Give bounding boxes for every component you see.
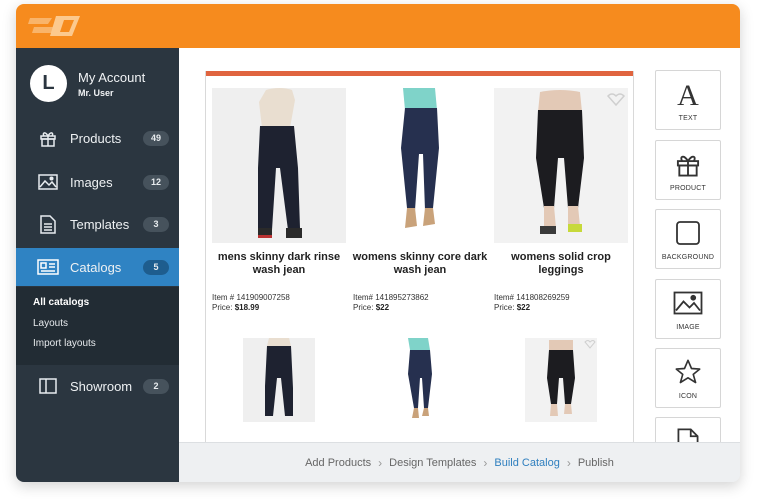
submenu-item-all-catalogs[interactable]: All catalogs xyxy=(33,297,89,308)
sidebar-item-templates[interactable]: Templates 3 xyxy=(16,205,179,243)
gift-icon xyxy=(37,128,59,148)
sidebar-item-label: Showroom xyxy=(70,378,133,394)
price-label: Price: xyxy=(212,303,233,312)
tool-label: IMAGE xyxy=(676,324,700,331)
tool-background[interactable]: BACKGROUND xyxy=(655,209,721,269)
step-build-catalog[interactable]: Build Catalog xyxy=(494,457,559,469)
document-icon xyxy=(37,214,59,234)
image-icon xyxy=(656,288,720,318)
product-card[interactable]: womens skinny core dark wash jean Item# … xyxy=(353,88,489,318)
submenu-item-layouts[interactable]: Layouts xyxy=(33,318,68,329)
product-photo[interactable] xyxy=(212,88,346,243)
count-badge: 2 xyxy=(143,378,169,394)
avatar[interactable]: L xyxy=(30,65,67,102)
product-photo[interactable] xyxy=(494,88,628,243)
tool-label: BACKGROUND xyxy=(661,254,715,261)
document-icon xyxy=(656,426,720,442)
brand-logo[interactable] xyxy=(28,12,82,40)
product-item-number: Item # 141909007258 xyxy=(212,293,290,302)
step-add-products[interactable]: Add Products xyxy=(305,457,371,469)
product-title: womens skinny core dark wash jean xyxy=(352,251,488,276)
sidebar: L My Account Mr. User Products 49 Images… xyxy=(16,48,179,482)
sidebar-item-catalogs[interactable]: Catalogs 5 xyxy=(16,248,179,286)
sidebar-item-showroom[interactable]: Showroom 2 xyxy=(16,367,179,405)
tool-label: ICON xyxy=(678,393,698,400)
tool-text[interactable]: A TEXT xyxy=(655,70,721,130)
catalog-icon xyxy=(37,257,59,277)
showroom-icon xyxy=(37,376,59,396)
account-header[interactable]: L My Account Mr. User xyxy=(16,48,179,124)
product-card[interactable]: mens skinny dark rinse wash jean Item # … xyxy=(212,88,348,318)
tool-icon[interactable]: ICON xyxy=(655,348,721,408)
sidebar-item-products[interactable]: Products 49 xyxy=(16,119,179,157)
app-window: L My Account Mr. User Products 49 Images… xyxy=(16,4,740,482)
tool-document[interactable] xyxy=(655,417,721,442)
sidebar-item-label: Templates xyxy=(70,216,130,232)
sidebar-item-images[interactable]: Images 12 xyxy=(16,163,179,201)
product-item-number: Item# 141808269259 xyxy=(494,293,570,302)
product-card[interactable]: womens solid crop leggings Item# 1418082… xyxy=(494,88,630,318)
account-name[interactable]: My Account xyxy=(78,70,145,85)
product-thumbnail[interactable] xyxy=(243,338,315,422)
product-photo[interactable] xyxy=(353,88,487,243)
product-thumbnail[interactable] xyxy=(384,338,456,422)
text-icon: A xyxy=(656,79,720,109)
wizard-steps: Add Products › Design Templates › Build … xyxy=(179,442,740,482)
square-icon xyxy=(656,218,720,248)
product-item-number: Item# 141895273862 xyxy=(353,293,429,302)
submenu-item-import-layouts[interactable]: Import layouts xyxy=(33,338,96,349)
product-title: mens skinny dark rinse wash jean xyxy=(217,251,341,276)
price-label: Price: xyxy=(353,303,374,312)
count-badge: 3 xyxy=(143,216,169,232)
star-icon xyxy=(656,357,720,387)
step-publish[interactable]: Publish xyxy=(578,457,614,469)
account-user: Mr. User xyxy=(78,88,114,98)
tool-product[interactable]: PRODUCT xyxy=(655,140,721,200)
count-badge: 5 xyxy=(143,259,169,275)
canvas-accent-bar xyxy=(206,71,633,76)
tool-image[interactable]: IMAGE xyxy=(655,279,721,339)
tool-label: PRODUCT xyxy=(669,185,706,192)
product-title: womens solid crop leggings xyxy=(511,251,611,276)
chevron-right-icon: › xyxy=(378,455,383,470)
sidebar-item-label: Catalogs xyxy=(70,259,122,275)
image-icon xyxy=(37,172,59,192)
product-meta: Item# 141808269259 Price: $22 xyxy=(494,293,570,313)
chevron-right-icon: › xyxy=(483,455,488,470)
step-design-templates[interactable]: Design Templates xyxy=(389,457,476,469)
chevron-right-icon: › xyxy=(566,455,571,470)
product-price: $22 xyxy=(375,303,390,312)
product-price: $22 xyxy=(516,303,531,312)
sidebar-item-label: Products xyxy=(70,130,122,146)
catalogs-submenu: All catalogs Layouts Import layouts xyxy=(16,287,179,365)
gift-icon xyxy=(656,149,720,179)
product-meta: Item# 141895273862 Price: $22 xyxy=(353,293,429,313)
count-badge: 12 xyxy=(143,174,169,190)
product-meta: Item # 141909007258 Price: $18.99 xyxy=(212,293,290,313)
price-label: Price: xyxy=(494,303,515,312)
element-toolbox: A TEXT PRODUCT BACKGROUND IMAGE ICON xyxy=(655,70,723,442)
product-price: $18.99 xyxy=(234,303,260,312)
count-badge: 49 xyxy=(143,130,169,146)
svg-text:A: A xyxy=(677,80,699,108)
top-bar xyxy=(16,4,740,48)
catalog-page-canvas[interactable]: mens skinny dark rinse wash jean Item # … xyxy=(205,71,634,451)
sidebar-item-label: Images xyxy=(70,174,113,190)
tool-label: TEXT xyxy=(678,115,698,122)
product-thumbnail[interactable] xyxy=(525,338,597,422)
